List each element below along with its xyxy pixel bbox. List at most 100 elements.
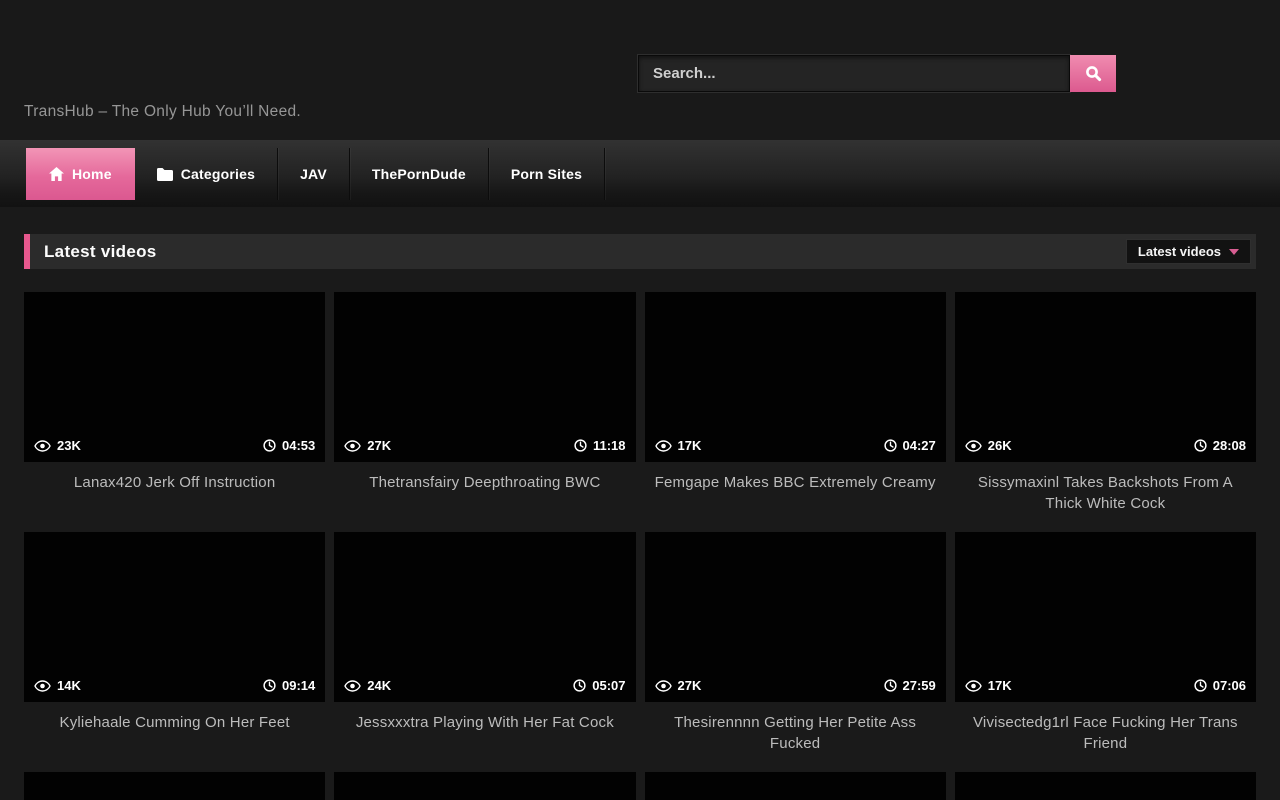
clock-icon xyxy=(263,679,276,692)
eye-icon xyxy=(344,680,361,692)
video-thumbnail[interactable]: 23K 04:53 xyxy=(24,292,325,462)
section-title: Latest videos xyxy=(44,242,157,262)
nav-item-label: ThePornDude xyxy=(372,166,466,182)
nav-item-jav[interactable]: JAV xyxy=(278,148,350,200)
sort-dropdown[interactable]: Latest videos xyxy=(1126,239,1251,264)
video-card[interactable]: 23K 04:53 Lanax420 Jerk Off Instruction xyxy=(24,292,325,532)
caret-down-icon xyxy=(1229,249,1239,255)
video-thumbnail[interactable]: 24K 05:07 xyxy=(334,532,635,702)
video-title: Vivisectedg1rl Face Fucking Her Trans Fr… xyxy=(955,702,1256,754)
video-thumbnail[interactable] xyxy=(645,772,946,800)
site-header: TransHub – The Only Hub You’ll Need. xyxy=(0,0,1280,140)
folder-icon xyxy=(157,168,173,181)
views-count: 26K xyxy=(988,438,1012,453)
duration-stat: 11:18 xyxy=(574,438,626,453)
video-stats: 17K 07:06 xyxy=(955,669,1256,702)
views-stat: 23K xyxy=(34,438,81,453)
video-stats: 17K 04:27 xyxy=(645,429,946,462)
nav-item-label: Porn Sites xyxy=(511,166,582,182)
video-card[interactable]: 27K 27:59 Thesirennnn Getting Her Petite… xyxy=(645,532,946,772)
video-stats: 14K 09:14 xyxy=(24,669,325,702)
video-thumbnail[interactable]: 14K 09:14 xyxy=(24,532,325,702)
video-card[interactable] xyxy=(334,772,635,800)
views-count: 17K xyxy=(678,438,702,453)
duration-stat: 05:07 xyxy=(573,678,625,693)
nav-item-theporndude[interactable]: ThePornDude xyxy=(350,148,489,200)
clock-icon xyxy=(884,679,897,692)
duration-label: 05:07 xyxy=(592,678,625,693)
video-card[interactable] xyxy=(955,772,1256,800)
duration-label: 27:59 xyxy=(903,678,936,693)
views-stat: 27K xyxy=(655,678,702,693)
video-grid: 23K 04:53 Lanax420 Jerk Off Instruction xyxy=(24,292,1256,800)
video-card[interactable]: 27K 11:18 Thetransfairy Deepthroating BW… xyxy=(334,292,635,532)
search-input[interactable] xyxy=(638,55,1070,92)
video-stats: 23K 04:53 xyxy=(24,429,325,462)
video-card[interactable]: 17K 04:27 Femgape Makes BBC Extremely Cr… xyxy=(645,292,946,532)
nav-item-porn-sites[interactable]: Porn Sites xyxy=(489,148,605,200)
nav-item-home[interactable]: Home xyxy=(26,148,135,200)
video-card[interactable]: 14K 09:14 Kyliehaale Cumming On Her Feet xyxy=(24,532,325,772)
video-card[interactable] xyxy=(24,772,325,800)
video-stats: 26K 28:08 xyxy=(955,429,1256,462)
clock-icon xyxy=(574,439,587,452)
video-stats: 24K 05:07 xyxy=(334,669,635,702)
video-title: Thesirennnn Getting Her Petite Ass Fucke… xyxy=(645,702,946,754)
search-form xyxy=(638,55,1116,92)
duration-stat: 04:53 xyxy=(263,438,315,453)
latest-videos-section-header: Latest videos Latest videos xyxy=(24,234,1256,269)
video-thumbnail[interactable]: 26K 28:08 xyxy=(955,292,1256,462)
nav-item-categories[interactable]: Categories xyxy=(135,148,278,200)
eye-icon xyxy=(34,680,51,692)
clock-icon xyxy=(1194,679,1207,692)
video-thumbnail[interactable] xyxy=(955,772,1256,800)
video-thumbnail[interactable] xyxy=(24,772,325,800)
video-thumbnail[interactable]: 27K 27:59 xyxy=(645,532,946,702)
views-stat: 14K xyxy=(34,678,81,693)
views-count: 27K xyxy=(678,678,702,693)
duration-label: 11:18 xyxy=(593,438,626,453)
video-thumbnail[interactable]: 17K 04:27 xyxy=(645,292,946,462)
video-title: Sissymaxinl Takes Backshots From A Thick… xyxy=(955,462,1256,514)
search-button[interactable] xyxy=(1070,55,1116,92)
video-title: Lanax420 Jerk Off Instruction xyxy=(24,462,325,493)
video-thumbnail[interactable]: 17K 07:06 xyxy=(955,532,1256,702)
eye-icon xyxy=(344,440,361,452)
video-thumbnail[interactable] xyxy=(334,772,635,800)
video-card[interactable]: 17K 07:06 Vivisectedg1rl Face Fucking He… xyxy=(955,532,1256,772)
video-stats: 27K 27:59 xyxy=(645,669,946,702)
eye-icon xyxy=(965,680,982,692)
views-count: 17K xyxy=(988,678,1012,693)
duration-label: 09:14 xyxy=(282,678,315,693)
eye-icon xyxy=(655,440,672,452)
nav-item-label: Categories xyxy=(181,166,255,182)
magnifier-icon xyxy=(1085,65,1102,82)
main-nav: Home Categories JAV ThePornDude Porn Sit… xyxy=(0,140,1280,207)
duration-stat: 09:14 xyxy=(263,678,315,693)
video-stats: 27K 11:18 xyxy=(334,429,635,462)
duration-label: 04:53 xyxy=(282,438,315,453)
video-card[interactable]: 26K 28:08 Sissymaxinl Takes Backshots Fr… xyxy=(955,292,1256,532)
clock-icon xyxy=(884,439,897,452)
views-stat: 17K xyxy=(655,438,702,453)
nav-item-label: Home xyxy=(72,166,112,182)
video-title: Jessxxxtra Playing With Her Fat Cock xyxy=(334,702,635,733)
eye-icon xyxy=(655,680,672,692)
video-title: Kyliehaale Cumming On Her Feet xyxy=(24,702,325,733)
duration-stat: 27:59 xyxy=(884,678,936,693)
eye-icon xyxy=(34,440,51,452)
video-thumbnail[interactable]: 27K 11:18 xyxy=(334,292,635,462)
views-stat: 17K xyxy=(965,678,1012,693)
video-card[interactable] xyxy=(645,772,946,800)
home-icon xyxy=(49,167,64,181)
sort-dropdown-value: Latest videos xyxy=(1138,244,1221,259)
video-title: Thetransfairy Deepthroating BWC xyxy=(334,462,635,493)
duration-stat: 28:08 xyxy=(1194,438,1246,453)
duration-stat: 04:27 xyxy=(884,438,936,453)
views-count: 14K xyxy=(57,678,81,693)
video-card[interactable]: 24K 05:07 Jessxxxtra Playing With Her Fa… xyxy=(334,532,635,772)
site-tagline: TransHub – The Only Hub You’ll Need. xyxy=(24,103,301,121)
duration-label: 04:27 xyxy=(903,438,936,453)
views-count: 27K xyxy=(367,438,391,453)
duration-label: 07:06 xyxy=(1213,678,1246,693)
